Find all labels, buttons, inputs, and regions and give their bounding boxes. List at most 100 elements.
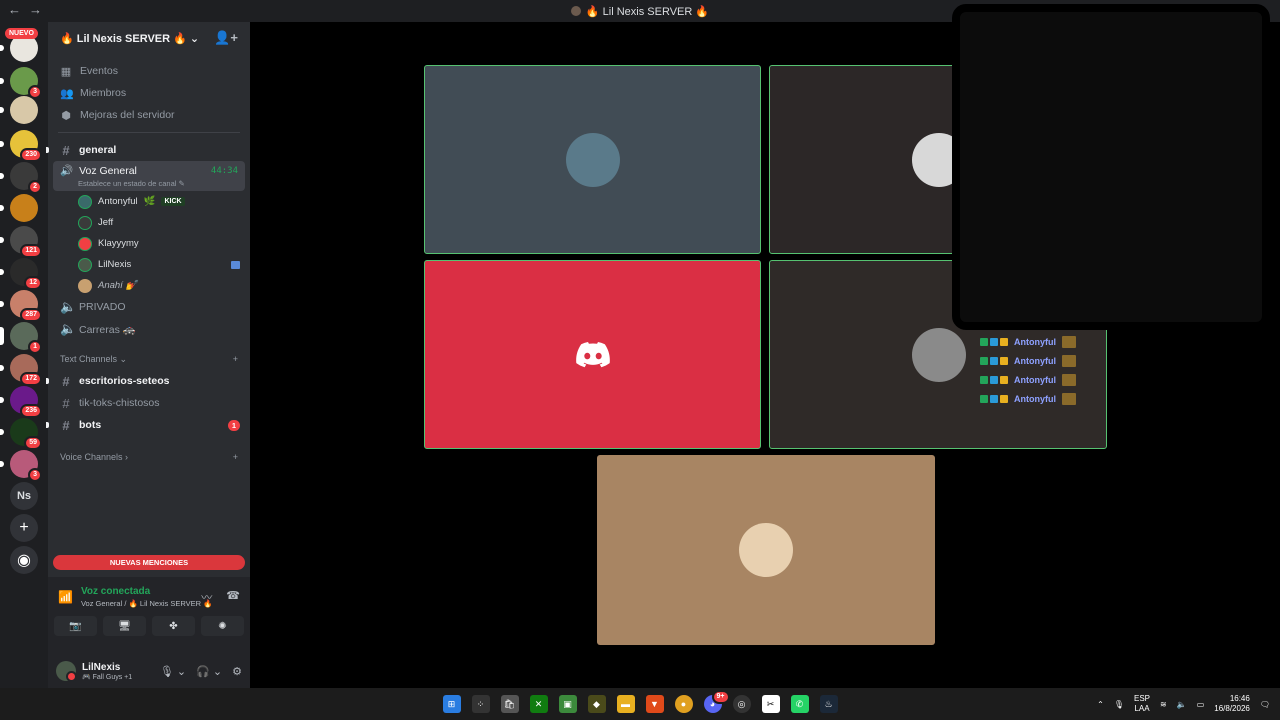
avatar: [78, 215, 92, 230]
soundboard-button[interactable]: ✺: [201, 616, 244, 636]
headphones-icon[interactable]: 🎧 ⌄: [196, 665, 222, 678]
add-server-icon[interactable]: +: [10, 514, 38, 542]
text-channel[interactable]: # tik-toks-chistosos: [48, 392, 250, 414]
steam-alt-icon[interactable]: ◎: [732, 695, 751, 713]
streaming-icon: [231, 260, 240, 269]
server-icon[interactable]: 59: [10, 418, 42, 450]
screen-share-button[interactable]: 🖥: [103, 616, 146, 636]
volume-icon[interactable]: 🔈: [1177, 700, 1187, 709]
voice-channel-privado[interactable]: 🔈 PRIVADO: [48, 296, 250, 318]
notification-icon[interactable]: 🗨: [1260, 700, 1270, 709]
menu-mejoras[interactable]: ⬢ Mejoras del servidor: [48, 104, 250, 126]
clock[interactable]: 16:46 16/8/2026: [1214, 694, 1250, 714]
voice-channel-voz-general[interactable]: 🔊 Voz General 44:34 Establece un estado …: [53, 161, 245, 191]
server-icon[interactable]: 3: [10, 67, 42, 99]
game-icon[interactable]: ◆: [587, 695, 606, 713]
capcut-icon[interactable]: ✂: [761, 695, 780, 713]
menu-miembros[interactable]: 👥 Miembros: [48, 82, 250, 104]
xbox-icon[interactable]: ✕: [529, 695, 548, 713]
activities-button[interactable]: ✤: [152, 616, 195, 636]
overlay-user-name: Antonyful: [1014, 337, 1056, 347]
server-icon[interactable]: 236: [10, 386, 42, 418]
windows-start-icon[interactable]: ⊞: [442, 695, 461, 713]
voice-status[interactable]: Voz conectada: [81, 586, 213, 597]
language-indicator[interactable]: ESP LAA: [1134, 694, 1150, 714]
back-arrow-icon[interactable]: ←: [8, 2, 21, 17]
server-icon[interactable]: [10, 194, 38, 222]
calendar-icon: ▦: [60, 65, 72, 78]
call-tile[interactable]: [424, 65, 761, 254]
microphone-icon[interactable]: 🎙: [1114, 700, 1124, 709]
voice-user[interactable]: LilNexis: [48, 254, 250, 275]
gear-icon[interactable]: ⚙: [232, 665, 242, 678]
voice-user[interactable]: Klayyymy: [48, 233, 250, 254]
minecraft-icon[interactable]: ▣: [558, 695, 577, 713]
server-icon[interactable]: 172: [10, 354, 42, 386]
wifi-icon[interactable]: ≋: [1160, 700, 1167, 709]
chrome-icon[interactable]: ●: [674, 695, 693, 713]
new-mentions-button[interactable]: NUEVAS MENCIONES: [53, 555, 245, 570]
mention-badge: 2: [28, 180, 42, 194]
folder-icon[interactable]: ▬: [616, 695, 635, 713]
voice-user[interactable]: Anahí 💅: [48, 275, 250, 296]
camera-button[interactable]: 📷: [54, 616, 97, 636]
add-member-icon[interactable]: 👤+: [214, 30, 238, 46]
category-voice-channels[interactable]: Voice Channels › +: [48, 446, 250, 468]
steam-icon[interactable]: ♨: [819, 695, 838, 713]
add-channel-icon[interactable]: +: [233, 452, 238, 462]
voice-user-name: Klayyymy: [98, 238, 139, 249]
voice-channel-carreras[interactable]: 🔈 Carreras 🚓: [48, 318, 250, 340]
windows-taskbar: ⊞ ⁘ 🛍 ✕ ▣ ◆ ▬ ▼ ● ◕ 9+ ◎ ✂ ✆ ♨ ⌃ 🎙 ESP LAA…: [0, 688, 1280, 720]
voice-location[interactable]: Voz General / 🔥 Lil Nexis SERVER 🔥: [81, 599, 213, 608]
text-channel[interactable]: # bots 1: [46, 414, 250, 436]
server-header[interactable]: 🔥 Lil Nexis SERVER 🔥 ⌄ 👤+: [48, 22, 250, 54]
server-icon[interactable]: 287: [10, 290, 42, 322]
call-tile[interactable]: [424, 260, 761, 449]
server-ns[interactable]: Ns: [10, 482, 38, 510]
signal-icon[interactable]: 📶: [58, 590, 73, 604]
avatar: [912, 327, 966, 382]
mention-badge: 236: [20, 404, 42, 418]
speaker-icon: 🔊: [60, 165, 74, 177]
explore-icon[interactable]: ◉: [10, 546, 38, 574]
category-text-channels[interactable]: Text Channels ⌄ +: [48, 348, 250, 370]
server-icon[interactable]: 230: [10, 130, 42, 162]
server-icon[interactable]: 1: [10, 322, 42, 354]
members-icon: 👥: [60, 87, 74, 100]
unread-pip: [0, 78, 4, 84]
noise-suppression-icon[interactable]: 〰: [201, 589, 212, 605]
widgets-icon[interactable]: ⁘: [471, 695, 490, 713]
server-tag[interactable]: KICK: [161, 197, 185, 206]
discord-logo-icon: [575, 341, 610, 367]
channel-status[interactable]: Establece un estado de canal ✎: [78, 179, 238, 188]
voice-user[interactable]: Jeff: [48, 212, 250, 233]
chevron-up-icon[interactable]: ⌃: [1097, 700, 1104, 709]
avatar[interactable]: [56, 661, 77, 682]
voice-user-name: Jeff: [98, 217, 114, 228]
server-icon[interactable]: 2: [10, 162, 42, 194]
menu-label: Miembros: [80, 87, 127, 99]
hash-icon: #: [62, 417, 70, 433]
channel-general[interactable]: # general: [46, 139, 250, 161]
whatsapp-icon[interactable]: ✆: [790, 695, 809, 713]
unread-pip: [0, 45, 4, 51]
mention-badge: 12: [24, 276, 42, 290]
microphone-icon[interactable]: 🎙 ⌄: [160, 665, 186, 678]
server-icon[interactable]: 3: [10, 450, 42, 482]
unread-pip: [46, 147, 49, 153]
battery-icon[interactable]: ▭: [1197, 700, 1205, 709]
server-icon[interactable]: [10, 96, 38, 124]
server-icon[interactable]: 12: [10, 258, 42, 290]
brave-icon[interactable]: ▼: [645, 695, 664, 713]
call-tile[interactable]: [597, 455, 935, 645]
server-icon[interactable]: 121: [10, 226, 42, 258]
mention-badge: 230: [20, 148, 42, 162]
disconnect-icon[interactable]: ☎: [226, 589, 240, 605]
voice-user[interactable]: Antonyful 🌿 KICK: [48, 191, 250, 212]
store-icon[interactable]: 🛍: [500, 695, 519, 713]
menu-eventos[interactable]: ▦ Eventos: [48, 60, 250, 82]
discord-icon[interactable]: ◕ 9+: [703, 690, 730, 713]
forward-arrow-icon[interactable]: →: [29, 2, 42, 17]
text-channel[interactable]: # escritorios-seteos: [46, 370, 250, 392]
add-channel-icon[interactable]: +: [233, 354, 238, 364]
